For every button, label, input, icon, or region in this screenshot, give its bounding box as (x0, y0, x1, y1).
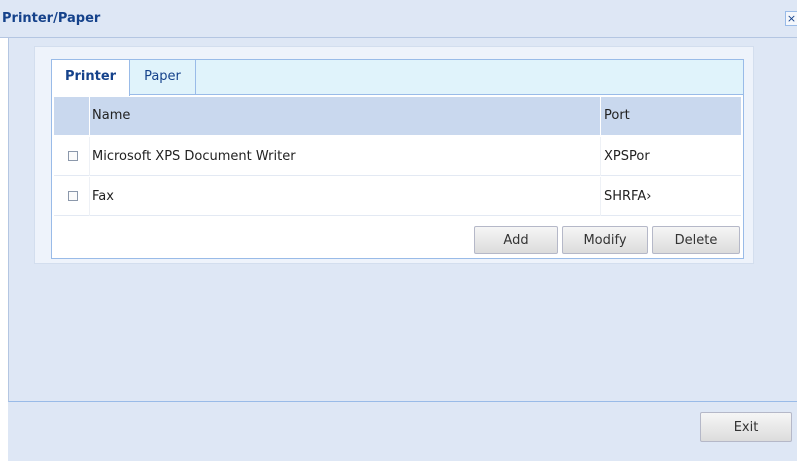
exit-button[interactable]: Exit (700, 412, 792, 442)
row-divider (89, 177, 90, 216)
row-checkbox[interactable] (68, 151, 78, 161)
dialog-titlebar: Printer/Paper × (0, 0, 797, 38)
grid-header: Name Port (54, 97, 741, 135)
header-separator (600, 97, 601, 135)
header-port[interactable]: Port (604, 97, 734, 135)
close-icon: × (786, 12, 797, 25)
delete-button[interactable]: Delete (652, 226, 740, 254)
tab-strip: Printer Paper (52, 60, 743, 96)
table-row[interactable]: Fax SHRFA› (54, 177, 741, 216)
tab-panel: Printer Paper Name Port Microsoft XPS Do… (51, 59, 744, 259)
row-checkbox[interactable] (68, 191, 78, 201)
dialog-footer: Exit (8, 402, 797, 461)
printer-port: XPSPor (604, 149, 650, 164)
row-divider (600, 177, 601, 216)
tab-paper[interactable]: Paper (130, 60, 196, 95)
printer-port: SHRFA› (604, 189, 652, 204)
modify-button[interactable]: Modify (562, 226, 648, 254)
row-divider (89, 137, 90, 176)
close-button[interactable]: × (785, 11, 797, 26)
dialog-title: Printer/Paper (2, 11, 101, 26)
header-separator (89, 97, 90, 135)
add-button[interactable]: Add (474, 226, 558, 254)
row-divider (600, 137, 601, 176)
printer-name: Fax (92, 189, 114, 204)
table-row[interactable]: Microsoft XPS Document Writer XPSPor (54, 137, 741, 176)
header-name[interactable]: Name (92, 97, 562, 135)
tab-printer[interactable]: Printer (52, 60, 130, 96)
printer-name: Microsoft XPS Document Writer (92, 149, 296, 164)
header-checkbox-column (54, 97, 89, 135)
